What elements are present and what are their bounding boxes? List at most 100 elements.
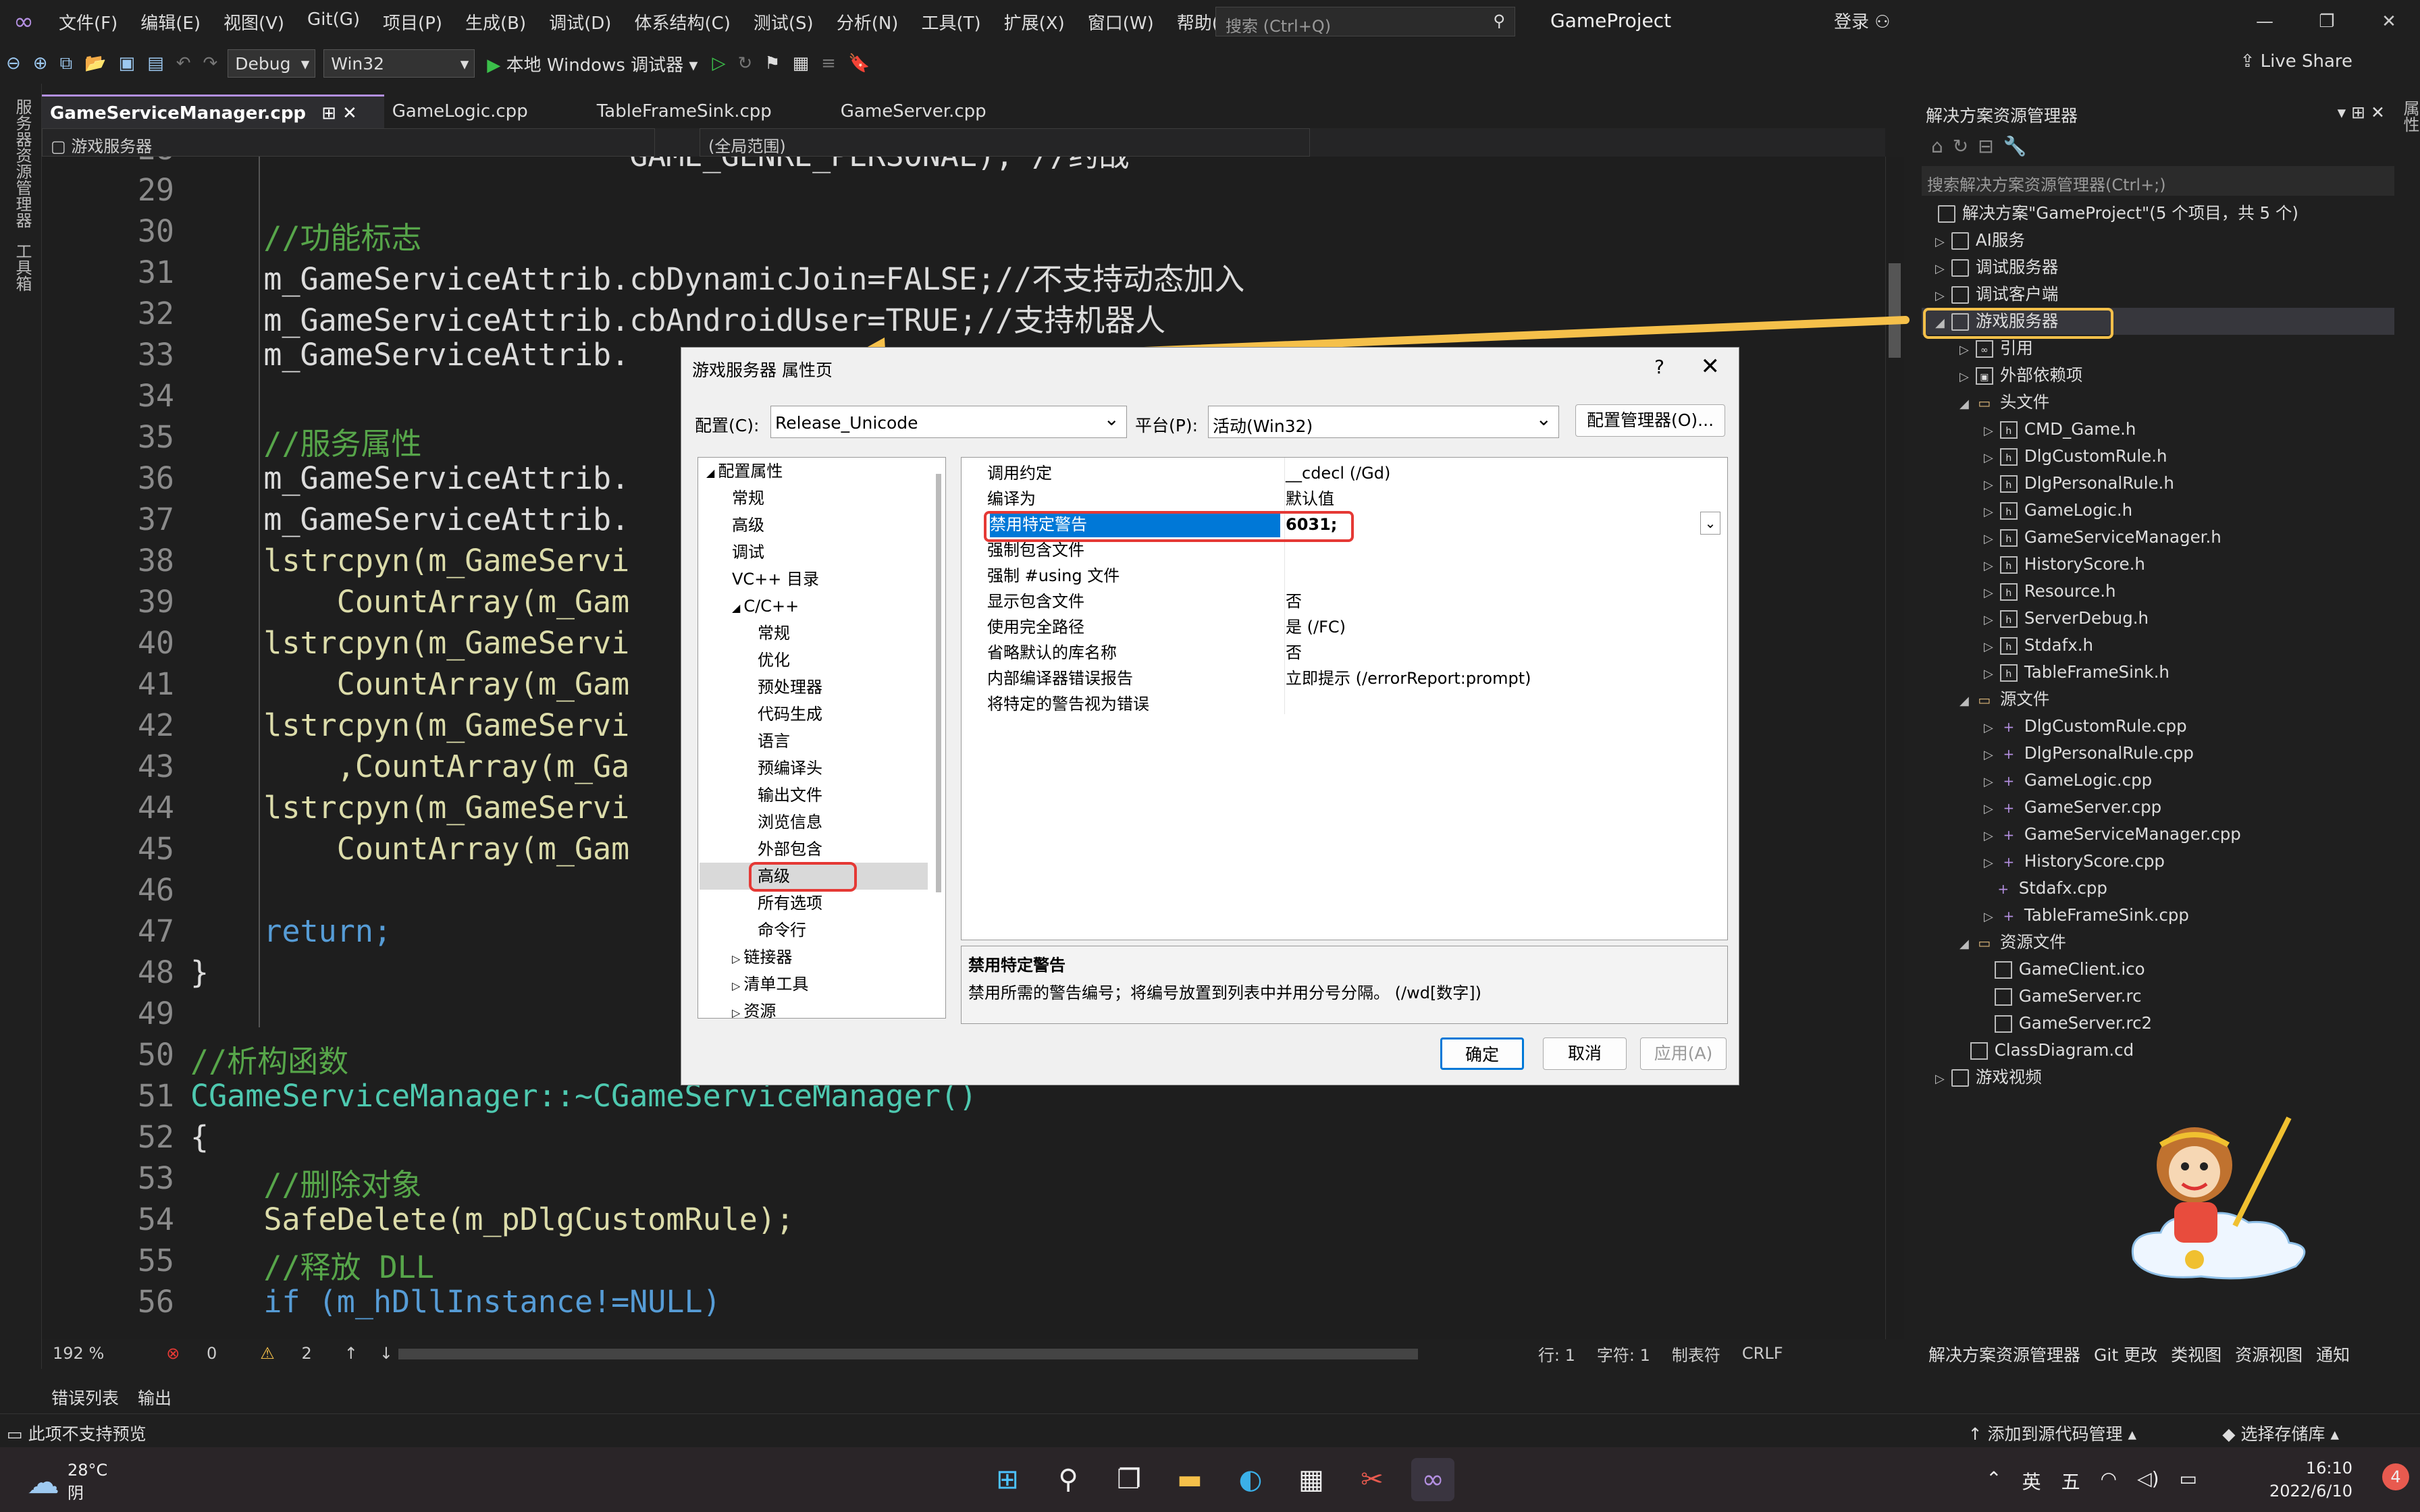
solution-node[interactable]: 解决方案"GameProject"(5 个项目，共 5 个) [1938, 200, 2298, 227]
property-tree-item[interactable]: 代码生成 [758, 701, 822, 728]
store-icon[interactable]: ▦ [1290, 1458, 1333, 1501]
clock[interactable]: 16:10 2022/6/10 [2269, 1457, 2352, 1503]
pin-icon[interactable]: ⊞ [321, 103, 336, 124]
up-arrow-icon[interactable]: ↑ [344, 1344, 358, 1363]
home-icon[interactable]: ⌂ [1931, 135, 1953, 157]
expand-arrow-icon[interactable]: ▷ [1935, 262, 1945, 276]
expand-arrow-icon[interactable]: ▷ [1984, 775, 1993, 789]
warning-count[interactable]: ⚠ 2 [249, 1344, 322, 1363]
property-row[interactable]: 内部编译器错误报告 立即提示 (/errorReport:prompt) [967, 666, 1722, 691]
tree-node[interactable]: ▷ h Resource.h [1984, 578, 2116, 605]
expand-arrow-icon[interactable] [1984, 1018, 1988, 1032]
property-tree-item[interactable]: 外部包含 [758, 836, 822, 863]
tree-node[interactable]: ▷ + DlgPersonalRule.cpp [1984, 740, 2194, 767]
tree-node[interactable]: ◢ ▭ 资源文件 [1959, 929, 2066, 956]
tab-gameservicemanager-cpp[interactable]: GameServiceManager.cpp ⊞ ✕ [42, 94, 384, 128]
close-tab-icon[interactable]: ✕ [342, 103, 357, 124]
tree-node[interactable]: ▷ h GameServiceManager.h [1984, 524, 2221, 551]
task-view-icon[interactable]: ❐ [1107, 1458, 1151, 1501]
server-explorer-tab[interactable]: 服务器资源管理器 [11, 99, 34, 228]
tab-gameserver-cpp[interactable]: GameServer.cpp [833, 94, 1014, 128]
expand-arrow-icon[interactable]: ▷ [1935, 289, 1945, 303]
menu-item[interactable]: 视图(V) [212, 9, 296, 34]
expand-arrow-icon[interactable]: ▷ [1984, 802, 1993, 816]
tab-mode[interactable]: 制表符 [1672, 1342, 1720, 1366]
expand-arrow-icon[interactable]: ▷ [1984, 532, 1993, 546]
property-tree-item[interactable]: 高级 [732, 512, 764, 539]
tree-node[interactable]: ClassDiagram.cd [1959, 1037, 2134, 1064]
ime-mode[interactable]: 五 [2061, 1467, 2080, 1494]
bookmark-icon[interactable]: ⚑ [758, 53, 786, 74]
comment-icon[interactable]: ≡ [815, 53, 842, 74]
platform-select[interactable]: 活动(Win32) [1208, 406, 1559, 438]
expand-arrow-icon[interactable]: ▷ [1984, 748, 1993, 762]
menu-item[interactable]: 项目(P) [371, 9, 454, 34]
help-button[interactable]: ? [1654, 356, 1664, 378]
property-tree-item[interactable]: ▷ 资源 [732, 998, 776, 1025]
property-tree-item[interactable]: 预处理器 [758, 674, 822, 701]
tree-node[interactable]: ▷ h DlgCustomRule.h [1984, 443, 2167, 470]
expand-arrow-icon[interactable]: ▷ [1935, 235, 1945, 249]
tree-node[interactable]: ▷ ∞ 引用 [1959, 335, 2033, 362]
add-source-control-button[interactable]: ↑ 添加到源代码管理 ▴ [1968, 1421, 2136, 1445]
tree-node[interactable]: ▷ + HistoryScore.cpp [1984, 848, 2165, 875]
expand-arrow-icon[interactable] [1959, 1045, 1964, 1059]
expand-arrow-icon[interactable]: ◢ [1959, 937, 1969, 951]
tree-node[interactable]: ▷ h Stdafx.h [1984, 632, 2093, 659]
property-row[interactable]: 强制 #using 文件 [967, 563, 1722, 589]
menu-item[interactable]: 生成(B) [454, 9, 537, 34]
expand-arrow-icon[interactable]: ▷ [1984, 829, 1993, 843]
eol-mode[interactable]: CRLF [1742, 1344, 1783, 1363]
down-arrow-icon[interactable]: ↓ [379, 1344, 393, 1363]
property-tree-item[interactable]: 常规 [732, 485, 764, 512]
properties-tab[interactable]: 属性 [2398, 100, 2420, 132]
editor-horizontal-scrollbar[interactable] [398, 1349, 1418, 1359]
property-row[interactable]: 省略默认的库名称 否 [967, 640, 1722, 666]
layout-icon[interactable]: ▦ [787, 53, 816, 74]
tree-node[interactable]: ▷ + GameServiceManager.cpp [1984, 821, 2241, 848]
expand-arrow-icon[interactable]: ▷ [1984, 856, 1993, 870]
property-tree-item[interactable]: 预编译头 [758, 755, 822, 782]
edge-icon[interactable]: ◐ [1229, 1458, 1272, 1501]
tree-node[interactable]: + Stdafx.cpp [1984, 875, 2107, 902]
visual-studio-icon[interactable]: ∞ [1411, 1458, 1454, 1501]
property-tree-item[interactable]: 输出文件 [758, 782, 822, 809]
property-tree-item[interactable]: 优化 [758, 647, 790, 674]
property-row[interactable]: 编译为 默认值 [967, 486, 1722, 512]
weather-widget[interactable]: ☁ 28°C 阴 [27, 1461, 107, 1503]
expand-arrow-icon[interactable]: ▷ [1935, 1072, 1945, 1086]
close-icon[interactable]: ✕ [2358, 0, 2420, 43]
panel-tab[interactable]: Git 更改 [2094, 1342, 2157, 1366]
select-repo-button[interactable]: ◆ 选择存储库 ▴ [2222, 1421, 2339, 1445]
menu-item[interactable]: 调试(D) [537, 9, 623, 34]
tree-node[interactable]: ▷ + DlgCustomRule.cpp [1984, 713, 2187, 740]
menu-item[interactable]: 扩展(X) [993, 9, 1076, 34]
menu-item[interactable]: 工具(T) [910, 9, 992, 34]
property-tree-item[interactable]: ▷ 链接器 [732, 944, 792, 971]
expand-arrow-icon[interactable] [1984, 883, 1988, 897]
dialog-close-icon[interactable]: ✕ [1701, 353, 1720, 380]
tree-node[interactable]: ◢ ▭ 头文件 [1959, 389, 2049, 416]
menu-item[interactable]: 分析(N) [825, 9, 910, 34]
error-count[interactable]: ⊗ 0 [155, 1344, 228, 1363]
expand-arrow-icon[interactable]: ▷ [1984, 505, 1993, 519]
zoom-level[interactable]: 192 % [53, 1344, 104, 1363]
apply-button[interactable]: 应用(A) [1640, 1037, 1727, 1070]
property-tree-item[interactable]: 命令行 [758, 917, 806, 944]
tree-node[interactable]: ▷ h DlgPersonalRule.h [1984, 470, 2174, 497]
tree-arrow-icon[interactable]: ◢ [732, 601, 743, 614]
expand-arrow-icon[interactable]: ▷ [1984, 559, 1993, 573]
menu-item[interactable]: 测试(S) [742, 9, 825, 34]
snipping-icon[interactable]: ✂ [1350, 1458, 1394, 1501]
minimize-icon[interactable]: — [2234, 0, 2296, 43]
tab-output[interactable]: 输出 [138, 1385, 172, 1409]
login-button[interactable]: 登录 ⚇ [1834, 8, 1891, 33]
expand-arrow-icon[interactable]: ▷ [1984, 613, 1993, 627]
property-row[interactable]: 将特定的警告视为错误 [967, 691, 1722, 717]
tab-error-list[interactable]: 错误列表 [51, 1385, 119, 1409]
tree-node[interactable]: ▷ h ServerDebug.h [1984, 605, 2149, 632]
volume-icon[interactable]: ◁) [2137, 1467, 2159, 1494]
menu-item[interactable]: 编辑(E) [129, 9, 212, 34]
property-tree-item[interactable]: ▷ 清单工具 [732, 971, 808, 998]
tree-node[interactable]: ▷ AI服务 [1935, 227, 2025, 254]
